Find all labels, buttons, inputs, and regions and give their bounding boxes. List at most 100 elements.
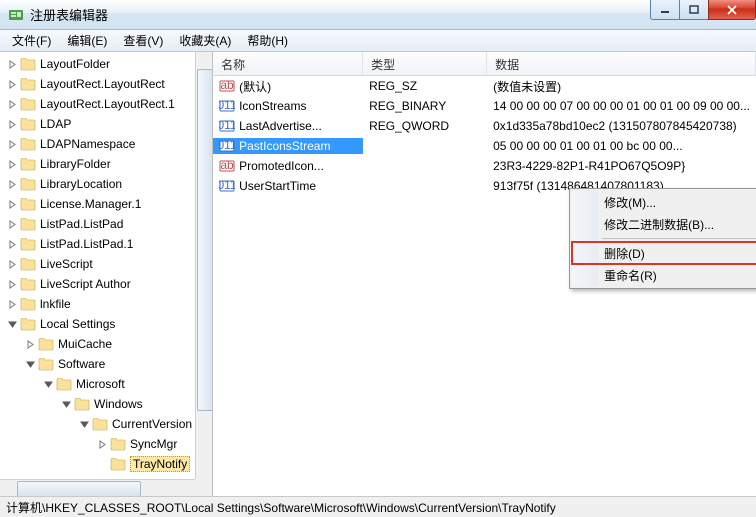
tree-item[interactable]: ListPad.ListPad	[0, 214, 212, 234]
expander-icon[interactable]	[6, 198, 18, 210]
expander-icon[interactable]	[6, 138, 18, 150]
expander-icon[interactable]	[24, 358, 36, 370]
expander-icon[interactable]	[78, 418, 90, 430]
value-type-icon: 011	[219, 138, 235, 154]
expander-icon[interactable]	[24, 338, 36, 350]
folder-icon	[38, 337, 54, 351]
menu-view[interactable]: 查看(V)	[115, 30, 171, 51]
value-row[interactable]: abPromotedIcon...23R3-4229-82P1-R41PO67Q…	[213, 156, 756, 176]
value-data: 14 00 00 00 07 00 00 00 01 00 01 00 09 0…	[487, 99, 756, 113]
tree-item[interactable]: LibraryLocation	[0, 174, 212, 194]
expander-icon[interactable]	[6, 218, 18, 230]
column-data[interactable]: 数据	[487, 52, 756, 75]
expander-icon[interactable]	[96, 438, 108, 450]
column-name[interactable]: 名称	[213, 52, 363, 75]
close-button[interactable]	[708, 0, 756, 20]
tree-item[interactable]: LDAPNamespace	[0, 134, 212, 154]
value-row[interactable]: 011 IconStreams REG_BINARY14 00 00 00 07 0…	[213, 96, 756, 116]
minimize-button[interactable]	[650, 0, 680, 20]
tree-item-label: ListPad.ListPad.1	[40, 237, 133, 251]
tree-item-label: License.Manager.1	[40, 197, 141, 211]
folder-icon	[20, 117, 36, 131]
maximize-button[interactable]	[679, 0, 709, 20]
values-header: 名称 类型 数据	[213, 52, 756, 76]
value-name: PastIconsStream	[239, 139, 330, 153]
menu-edit[interactable]: 编辑(E)	[59, 30, 115, 51]
tree-item[interactable]: LibraryFolder	[0, 154, 212, 174]
folder-icon	[20, 137, 36, 151]
tree-item[interactable]: SyncMgr	[0, 434, 212, 454]
folder-icon	[20, 217, 36, 231]
values-list[interactable]: ab(默认)REG_SZ(数值未设置) 011 IconStreams REG_BIN…	[213, 76, 756, 196]
tree-item[interactable]: Local Settings	[0, 314, 212, 334]
menu-modify-binary[interactable]: 修改二进制数据(B)...	[572, 213, 756, 235]
values-pane: 名称 类型 数据 ab(默认)REG_SZ(数值未设置) 011 IconStrea…	[213, 52, 756, 496]
value-data: 05 00 00 00 01 00 01 00 bc 00 00...	[487, 139, 756, 153]
expander-icon[interactable]	[6, 98, 18, 110]
expander-icon[interactable]	[60, 398, 72, 410]
tree-item[interactable]: Microsoft	[0, 374, 212, 394]
tree-item-label: LayoutRect.LayoutRect.1	[40, 97, 175, 111]
tree-item[interactable]: MuiCache	[0, 334, 212, 354]
expander-icon[interactable]	[6, 318, 18, 330]
folder-icon	[92, 417, 108, 431]
tree-item[interactable]: License.Manager.1	[0, 194, 212, 214]
tree-item[interactable]: Windows	[0, 394, 212, 414]
expander-icon[interactable]	[6, 158, 18, 170]
tree-item[interactable]: CurrentVersion	[0, 414, 212, 434]
tree-item-label: Local Settings	[40, 317, 115, 331]
value-type-icon: ab	[219, 158, 235, 174]
value-row[interactable]: 011 PastIconsStream 05 00 00 00 01 00 01 0…	[213, 136, 756, 156]
expander-icon[interactable]	[42, 378, 54, 390]
value-name-cell: 011 PastIconsStream	[213, 138, 363, 154]
tree-item[interactable]: LayoutRect.LayoutRect.1	[0, 94, 212, 114]
tree-item[interactable]: LiveScript Author	[0, 274, 212, 294]
title-bar: 注册表编辑器	[0, 0, 756, 30]
tree-item[interactable]: LDAP	[0, 114, 212, 134]
menu-delete[interactable]: 删除(D)	[572, 242, 756, 264]
tree-horizontal-scrollbar[interactable]	[0, 479, 195, 496]
expander-icon[interactable]	[6, 78, 18, 90]
menu-rename[interactable]: 重命名(R)	[572, 264, 756, 286]
tree-item[interactable]: LiveScript	[0, 254, 212, 274]
menu-help[interactable]: 帮助(H)	[239, 30, 296, 51]
folder-icon	[20, 197, 36, 211]
value-name: IconStreams	[239, 99, 306, 113]
status-bar: 计算机\HKEY_CLASSES_ROOT\Local Settings\Sof…	[0, 496, 756, 517]
folder-icon	[20, 57, 36, 71]
folder-icon	[20, 277, 36, 291]
folder-icon	[20, 77, 36, 91]
tree-item-label: LDAP	[40, 117, 71, 131]
value-row[interactable]: ab(默认)REG_SZ(数值未设置)	[213, 76, 756, 96]
expander-icon[interactable]	[6, 258, 18, 270]
tree-item[interactable]: LayoutFolder	[0, 54, 212, 74]
menu-bar: 文件(F) 编辑(E) 查看(V) 收藏夹(A) 帮助(H)	[0, 30, 756, 52]
tree-item[interactable]: TrayNotify	[0, 454, 212, 474]
menu-modify[interactable]: 修改(M)...	[572, 191, 756, 213]
expander-icon[interactable]	[6, 178, 18, 190]
registry-tree[interactable]: LayoutFolder LayoutRect.LayoutRect LayoutR…	[0, 52, 212, 476]
value-row[interactable]: 011LastAdvertise...REG_QWORD0x1d335a78bd…	[213, 116, 756, 136]
tree-item[interactable]: LayoutRect.LayoutRect	[0, 74, 212, 94]
tree-item-label: CurrentVersion	[112, 417, 192, 431]
expander-icon[interactable]	[6, 58, 18, 70]
app-icon	[8, 7, 24, 23]
expander-icon[interactable]	[6, 118, 18, 130]
tree-item[interactable]: lnkfile	[0, 294, 212, 314]
tree-item[interactable]: Software	[0, 354, 212, 374]
expander-icon[interactable]	[6, 278, 18, 290]
tree-vertical-scrollbar[interactable]	[195, 52, 212, 479]
value-type: REG_BINARY	[363, 99, 487, 113]
expander-icon[interactable]	[6, 238, 18, 250]
expander-icon[interactable]	[6, 298, 18, 310]
column-type[interactable]: 类型	[363, 52, 487, 75]
context-menu-separator	[602, 238, 756, 239]
value-name: LastAdvertise...	[239, 119, 322, 133]
tree-item[interactable]: ListPad.ListPad.1	[0, 234, 212, 254]
tree-item-label: LibraryLocation	[40, 177, 122, 191]
folder-icon	[56, 377, 72, 391]
menu-file[interactable]: 文件(F)	[4, 30, 59, 51]
value-type-icon: 011	[219, 98, 235, 114]
menu-favorites[interactable]: 收藏夹(A)	[171, 30, 239, 51]
tree-item-label: LayoutRect.LayoutRect	[40, 77, 165, 91]
